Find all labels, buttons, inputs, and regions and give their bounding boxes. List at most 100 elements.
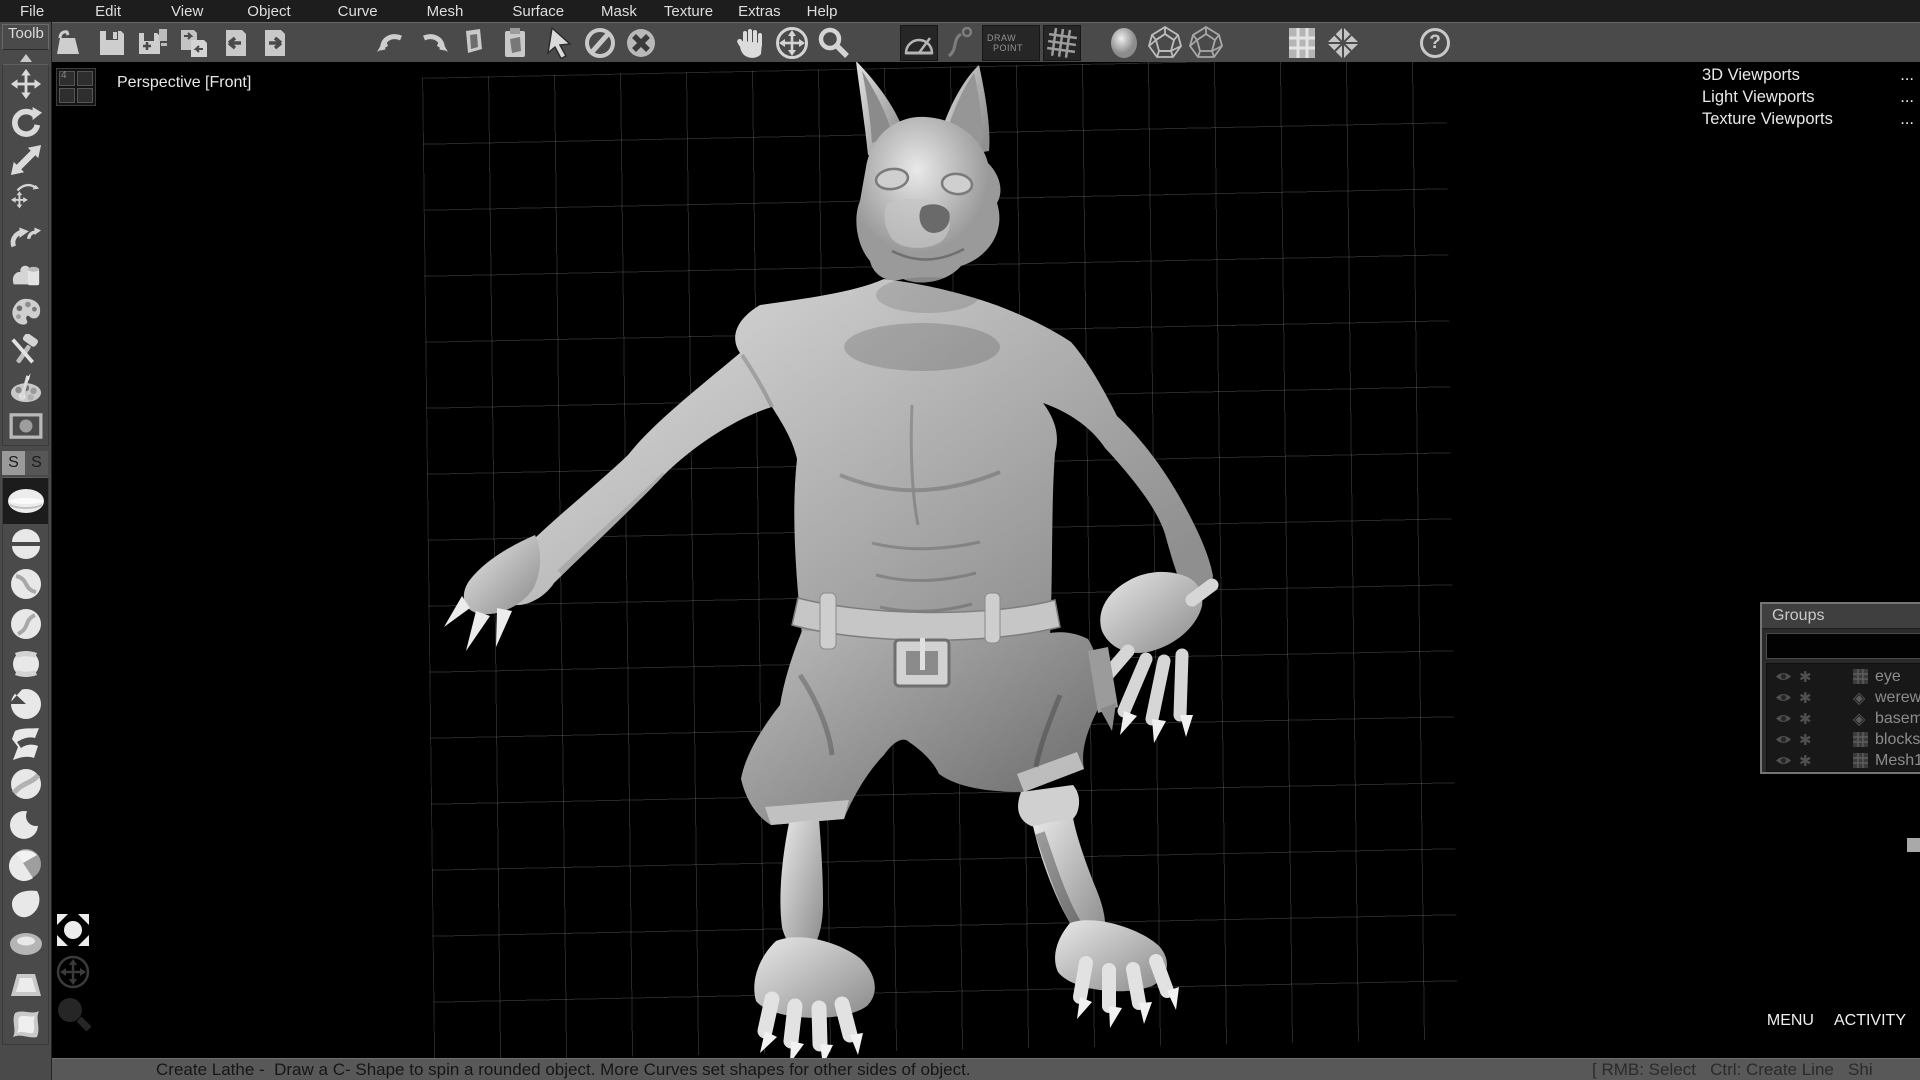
- menu-surface[interactable]: Surface: [512, 3, 564, 20]
- menu-view[interactable]: View: [171, 3, 203, 20]
- grid-snap-icon[interactable]: [1043, 25, 1081, 61]
- move-view-icon[interactable]: [773, 25, 811, 61]
- visibility-eye-icon[interactable]: [1775, 755, 1799, 766]
- ellipsis-icon: ...: [1900, 88, 1914, 110]
- rotate-object-tool[interactable]: [3, 217, 48, 255]
- menu-extras[interactable]: Extras: [738, 3, 781, 20]
- bitten-sphere-shape[interactable]: [3, 684, 48, 724]
- protractor-icon[interactable]: [900, 25, 938, 61]
- group-row-basemesh[interactable]: ✱ ◈ baseme: [1767, 708, 1920, 729]
- undo-icon[interactable]: [373, 25, 411, 61]
- grid-view-icon[interactable]: [1283, 25, 1321, 61]
- menu-help[interactable]: Help: [807, 3, 838, 20]
- pan-hand-icon[interactable]: [732, 25, 770, 61]
- spool-shape[interactable]: [3, 644, 48, 684]
- wireframe-shaded-view-icon[interactable]: [1187, 25, 1225, 61]
- move-object-tool[interactable]: [3, 179, 48, 217]
- delete-object-icon[interactable]: [622, 25, 660, 61]
- focus-view-icon[interactable]: [55, 912, 91, 948]
- menu-mesh[interactable]: Mesh: [427, 3, 464, 20]
- trapezoid-shape[interactable]: [3, 964, 48, 1004]
- freeze-asterisk-icon[interactable]: ✱: [1799, 689, 1823, 707]
- visibility-eye-icon[interactable]: [1775, 713, 1799, 724]
- toolbox-title[interactable]: Toolb: [2, 24, 49, 50]
- freeze-asterisk-icon[interactable]: ✱: [1799, 752, 1823, 770]
- menu-texture[interactable]: Texture: [664, 3, 713, 20]
- menu-object[interactable]: Object: [247, 3, 290, 20]
- zoom-view-dim-icon[interactable]: [55, 996, 93, 1034]
- material-palette-tool[interactable]: [3, 293, 48, 331]
- move-tool[interactable]: [3, 65, 48, 103]
- mesh-diamond-view-icon[interactable]: [1324, 25, 1362, 61]
- export-file-icon[interactable]: [257, 25, 295, 61]
- help-glyph: ?: [1420, 28, 1450, 58]
- shape-list: [2, 477, 49, 1045]
- paste-object-icon[interactable]: [496, 25, 534, 61]
- crescent-shape[interactable]: [3, 804, 48, 844]
- shape-tabs: S S: [2, 451, 49, 475]
- group-row-eye[interactable]: ✱ eye: [1767, 666, 1920, 687]
- group-row-mesh1[interactable]: ✱ Mesh1: [1767, 750, 1920, 771]
- activity-button[interactable]: ACTIVITY: [1834, 1012, 1906, 1030]
- paint-palette-tool[interactable]: [3, 369, 48, 407]
- open-file-icon[interactable]: [52, 25, 90, 61]
- cut-sphere-shape[interactable]: [3, 844, 48, 884]
- scale-tool[interactable]: [3, 141, 48, 179]
- visibility-eye-icon[interactable]: [1775, 671, 1799, 682]
- select-cursor-icon[interactable]: [540, 25, 578, 61]
- shape-tab-1[interactable]: S: [2, 451, 25, 475]
- curve-point-icon[interactable]: [941, 25, 979, 61]
- viewport-option-light[interactable]: Light Viewports ...: [1702, 88, 1914, 110]
- donut-shape[interactable]: [3, 924, 48, 964]
- group-row-werewolf[interactable]: ✱ ◈ werewo: [1767, 687, 1920, 708]
- rotate-tool[interactable]: [3, 103, 48, 141]
- swirl-blob-shape[interactable]: [3, 564, 48, 604]
- shaded-view-icon[interactable]: [1105, 25, 1143, 61]
- draw-point-button[interactable]: DRAW POINT: [982, 25, 1040, 61]
- draw-point-label-1: DRAW: [987, 33, 1016, 43]
- freeze-asterisk-icon[interactable]: ✱: [1799, 710, 1823, 728]
- viewport-option-3d[interactable]: 3D Viewports ...: [1702, 66, 1914, 88]
- toolbox-scroll-up-icon[interactable]: [20, 54, 32, 62]
- visibility-eye-icon[interactable]: [1775, 734, 1799, 745]
- wireframe-view-icon[interactable]: [1146, 25, 1184, 61]
- deselect-all-icon[interactable]: [581, 25, 619, 61]
- group-row-blocks[interactable]: ✱ blocks: [1767, 729, 1920, 750]
- status-shortcuts: [ RMB: Select Ctrl: Create Line Shi: [1592, 1060, 1873, 1080]
- export-objects-icon[interactable]: [175, 25, 213, 61]
- import-file-icon[interactable]: [216, 25, 254, 61]
- scrollbar-nub[interactable]: [1907, 838, 1920, 852]
- teardrop-shape[interactable]: [3, 884, 48, 924]
- menu-mask[interactable]: Mask: [601, 3, 637, 20]
- zoom-view-icon[interactable]: [814, 25, 852, 61]
- swirl-blob-2-shape[interactable]: [3, 604, 48, 644]
- copy-object-icon[interactable]: [455, 25, 493, 61]
- freeze-asterisk-icon[interactable]: ✱: [1799, 731, 1823, 749]
- menu-curve[interactable]: Curve: [338, 3, 378, 20]
- viewport-option-texture[interactable]: Texture Viewports ...: [1702, 110, 1914, 132]
- groups-panel-title[interactable]: Groups: [1762, 604, 1920, 629]
- mesh-grid-icon: [1853, 732, 1875, 747]
- save-incremental-icon[interactable]: [134, 25, 172, 61]
- redo-icon[interactable]: [414, 25, 452, 61]
- double-hemisphere-shape[interactable]: [3, 524, 48, 564]
- shape-tab-2[interactable]: S: [25, 451, 48, 475]
- pan-view-dim-icon[interactable]: [55, 954, 91, 990]
- swirl-sphere-shape[interactable]: [3, 764, 48, 804]
- menu-edit[interactable]: Edit: [95, 3, 121, 20]
- visibility-eye-icon[interactable]: [1775, 692, 1799, 703]
- viewport-3d[interactable]: 4 Perspective [Front] 3D Viewports ... L…: [52, 62, 1920, 1058]
- menu-button[interactable]: MENU: [1767, 1012, 1814, 1030]
- render-select-tool[interactable]: [3, 407, 48, 445]
- construct-tool[interactable]: [3, 331, 48, 369]
- freeze-asterisk-icon[interactable]: ✱: [1799, 668, 1823, 686]
- menu-file[interactable]: File: [20, 3, 44, 20]
- help-icon[interactable]: ?: [1416, 25, 1454, 61]
- save-file-icon[interactable]: [93, 25, 131, 61]
- primitive-objects-tool[interactable]: [3, 255, 48, 293]
- groups-filter-input[interactable]: [1766, 633, 1920, 659]
- warped-page-shape[interactable]: [3, 1004, 48, 1044]
- lathe-shape[interactable]: [3, 478, 48, 524]
- main-toolbar: DRAW POINT: [52, 22, 1920, 62]
- ribbon-shape[interactable]: [3, 724, 48, 764]
